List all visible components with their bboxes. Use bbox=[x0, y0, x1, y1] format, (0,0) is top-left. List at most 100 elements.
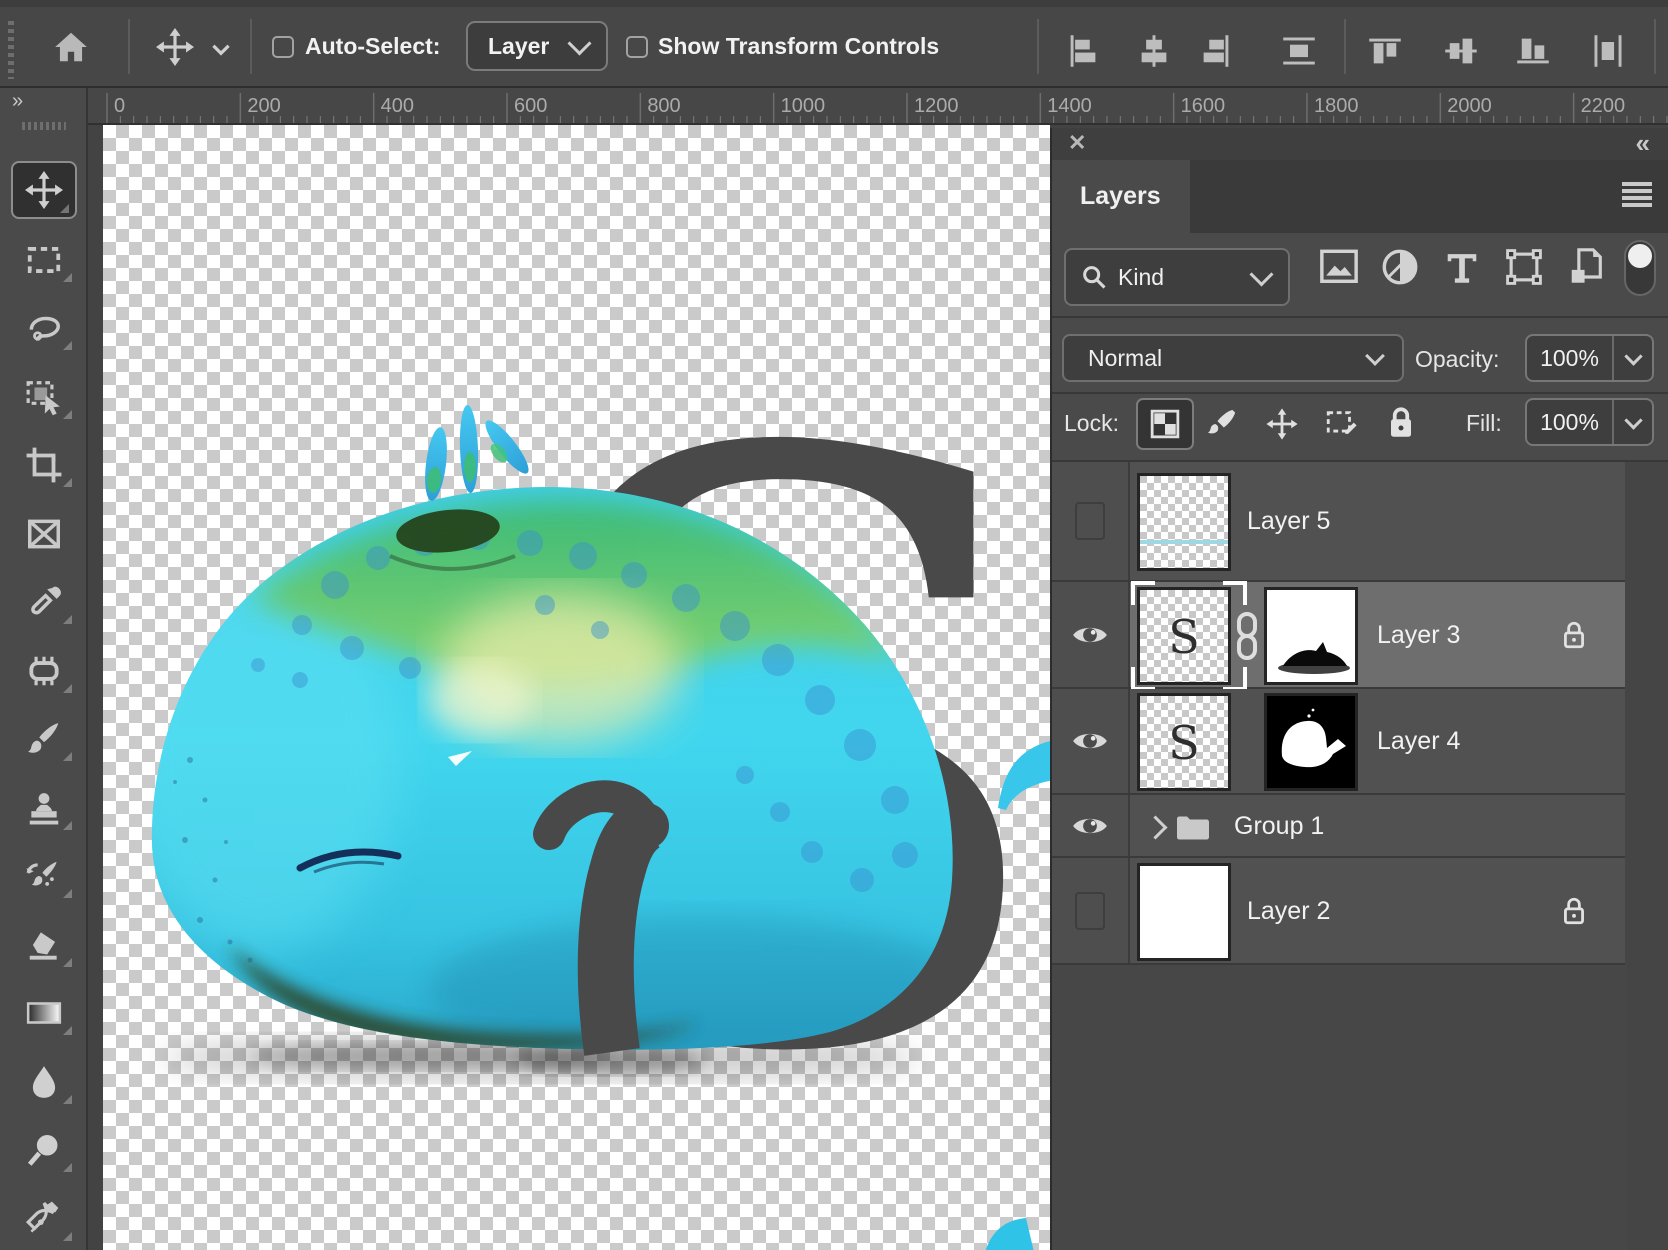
clone-stamp-tool[interactable] bbox=[0, 778, 88, 838]
move-tool-icon[interactable] bbox=[156, 28, 194, 66]
tool-flyout-indicator bbox=[63, 1026, 72, 1035]
filter-smart-objects-icon[interactable] bbox=[1566, 247, 1606, 287]
visibility-toggle[interactable] bbox=[1052, 462, 1130, 580]
eye-icon bbox=[1071, 813, 1109, 839]
filter-type-layers-icon[interactable] bbox=[1442, 247, 1482, 287]
layer-name[interactable]: Layer 3 bbox=[1377, 621, 1460, 650]
search-icon bbox=[1080, 263, 1108, 291]
eraser-icon bbox=[25, 926, 63, 964]
align-left-edges-button[interactable] bbox=[1065, 33, 1101, 69]
lock-label: Lock: bbox=[1064, 410, 1119, 437]
eyedropper-tool[interactable] bbox=[0, 572, 88, 632]
dodge-tool[interactable] bbox=[0, 1120, 88, 1180]
horizontal-ruler[interactable]: 0200400600800100012001400160018002000220… bbox=[88, 88, 1668, 125]
layer-row-group-1[interactable]: Group 1 bbox=[1052, 795, 1627, 858]
brush-tool[interactable] bbox=[0, 709, 88, 769]
align-bottom-edges-button[interactable] bbox=[1515, 33, 1551, 69]
visibility-toggle[interactable] bbox=[1052, 582, 1130, 687]
opacity-label: Opacity: bbox=[1415, 346, 1499, 373]
align-vertical-centers-button[interactable] bbox=[1443, 33, 1479, 69]
auto-select-target-dropdown[interactable]: Layer bbox=[466, 21, 608, 71]
options-bar-grip[interactable] bbox=[8, 21, 14, 79]
layer-list-empty-area[interactable] bbox=[1052, 965, 1627, 1250]
lock-position-icon[interactable] bbox=[1265, 407, 1299, 441]
home-button[interactable] bbox=[52, 28, 90, 66]
align-top-edges-button[interactable] bbox=[1367, 33, 1403, 69]
filter-kind-dropdown[interactable]: Kind bbox=[1064, 248, 1290, 306]
filter-adjustment-layers-icon[interactable] bbox=[1380, 247, 1420, 287]
tool-flyout-indicator bbox=[63, 1232, 72, 1241]
close-icon[interactable]: ✕ bbox=[1068, 130, 1086, 156]
layer-name[interactable]: Layer 2 bbox=[1247, 897, 1330, 926]
tab-layers[interactable]: Layers bbox=[1052, 160, 1190, 233]
ruler-label: 600 bbox=[514, 95, 547, 117]
align-horizontal-centers-button[interactable] bbox=[1136, 33, 1172, 69]
visibility-toggle[interactable] bbox=[1052, 795, 1130, 856]
ruler-label: 200 bbox=[247, 95, 280, 117]
lasso-tool[interactable] bbox=[0, 298, 88, 358]
align-vertical-centers-icon bbox=[1443, 33, 1479, 69]
tool-preset-chevron-icon[interactable] bbox=[208, 36, 234, 62]
layer-thumbnail[interactable] bbox=[1137, 473, 1231, 571]
layer-row-layer-3[interactable]: SLayer 3 bbox=[1052, 582, 1627, 689]
eraser-tool[interactable] bbox=[0, 915, 88, 975]
tool-flyout-indicator bbox=[63, 341, 72, 350]
show-transform-checkbox[interactable] bbox=[626, 36, 648, 58]
visibility-toggle[interactable] bbox=[1052, 689, 1130, 793]
filter-shape-layers-icon[interactable] bbox=[1504, 247, 1544, 287]
lock-all-icon[interactable] bbox=[1386, 405, 1416, 441]
tool-flyout-indicator bbox=[63, 273, 72, 282]
layer-thumbnail[interactable]: S bbox=[1137, 693, 1231, 791]
fill-control[interactable]: 100% bbox=[1525, 398, 1654, 446]
hidden-visibility-box bbox=[1075, 892, 1105, 930]
separator bbox=[128, 19, 130, 74]
frame-tool[interactable] bbox=[0, 504, 88, 564]
object-selection-tool[interactable] bbox=[0, 367, 88, 427]
collapse-panel-icon[interactable]: « bbox=[1636, 128, 1650, 159]
history-brush-tool[interactable] bbox=[0, 846, 88, 906]
opacity-control[interactable]: 100% bbox=[1525, 334, 1654, 382]
rectangular-marquee-tool[interactable] bbox=[0, 230, 88, 290]
ruler-label: 1800 bbox=[1314, 95, 1359, 117]
toolbox-expand-icon[interactable]: » bbox=[12, 90, 21, 113]
filter-pixel-layers-icon[interactable] bbox=[1319, 247, 1359, 287]
move-icon bbox=[25, 171, 63, 209]
layer-name[interactable]: Layer 4 bbox=[1377, 727, 1460, 756]
move-tool[interactable] bbox=[11, 161, 77, 219]
tool-flyout-indicator bbox=[63, 889, 72, 898]
mask-link-icon[interactable] bbox=[1234, 612, 1260, 660]
blend-mode-value: Normal bbox=[1088, 345, 1162, 372]
tool-flyout-indicator bbox=[63, 615, 72, 624]
lock-transparency-button[interactable] bbox=[1136, 398, 1194, 450]
auto-select-checkbox[interactable] bbox=[272, 36, 294, 58]
layer-filtering-toggle[interactable] bbox=[1624, 240, 1656, 296]
layer-mask-thumbnail[interactable] bbox=[1264, 587, 1358, 685]
gradient-tool[interactable] bbox=[0, 983, 88, 1043]
panel-menu-icon[interactable] bbox=[1622, 182, 1652, 208]
eyedropper-icon bbox=[25, 583, 63, 621]
align-right-edges-button[interactable] bbox=[1198, 33, 1234, 69]
layer-mask-thumbnail[interactable] bbox=[1264, 693, 1358, 791]
lock-artboard-icon[interactable] bbox=[1324, 407, 1358, 441]
layer-name[interactable]: Layer 5 bbox=[1247, 507, 1330, 536]
layer-row-layer-2[interactable]: Layer 2 bbox=[1052, 858, 1627, 965]
spot-healing-brush-tool[interactable] bbox=[0, 641, 88, 701]
visibility-toggle[interactable] bbox=[1052, 858, 1130, 963]
layer-row-layer-4[interactable]: S Layer 4 bbox=[1052, 689, 1627, 795]
distribute-vertical-centers-button[interactable] bbox=[1281, 33, 1317, 69]
chevron-down-icon bbox=[1365, 346, 1385, 366]
objselect-icon bbox=[25, 378, 63, 416]
layer-row-layer-5[interactable]: Layer 5 bbox=[1052, 462, 1627, 582]
layer-name[interactable]: Group 1 bbox=[1234, 812, 1324, 841]
blur-tool[interactable] bbox=[0, 1052, 88, 1112]
crop-tool[interactable] bbox=[0, 435, 88, 495]
toolbox-grip[interactable] bbox=[22, 122, 66, 130]
pen-icon bbox=[25, 1200, 63, 1238]
align-horizontal-centers-icon bbox=[1136, 33, 1172, 69]
pen-tool[interactable] bbox=[0, 1189, 88, 1249]
lock-pixels-icon[interactable] bbox=[1204, 407, 1238, 441]
distribute-horizontal-centers-button[interactable] bbox=[1590, 33, 1626, 69]
blend-mode-dropdown[interactable]: Normal bbox=[1062, 334, 1404, 382]
group-folder-icon bbox=[1174, 813, 1210, 841]
layer-thumbnail[interactable] bbox=[1137, 863, 1231, 961]
